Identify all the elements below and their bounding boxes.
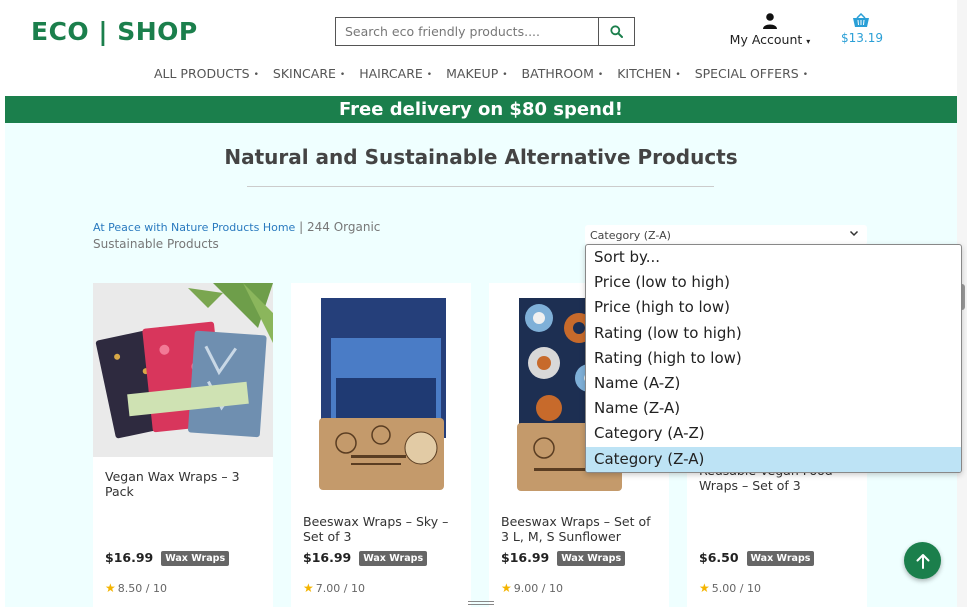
category-badge[interactable]: Wax Wraps <box>161 551 230 566</box>
main-nav: ALL PRODUCTS • SKINCARE • HAIRCARE • MAKEUP… <box>5 66 957 81</box>
nav-skincare[interactable]: SKINCARE • <box>266 66 352 81</box>
sort-option-category-asc[interactable]: Category (A-Z) <box>586 421 961 446</box>
product-image[interactable] <box>93 283 273 457</box>
product-price: $6.50 Wax Wraps <box>699 550 815 566</box>
product-rating: ★ 9.00 / 10 <box>501 581 563 595</box>
product-card[interactable]: Vegan Wax Wraps – 3 Pack $16.99 Wax Wraps… <box>93 283 273 607</box>
account-menu[interactable]: My Account ▾ <box>723 13 817 47</box>
product-image[interactable] <box>291 283 471 503</box>
sort-select[interactable]: Category (Z-A) <box>585 225 867 245</box>
cart[interactable]: $13.19 <box>841 13 883 45</box>
sort-dropdown-list: Sort by... Price (low to high) Price (hi… <box>585 244 962 473</box>
beeswax-wraps-sky-photo <box>291 283 471 503</box>
sort-option-rating-desc[interactable]: Rating (high to low) <box>586 346 961 371</box>
nav-separator: • <box>339 70 346 80</box>
chevron-down-icon <box>849 230 859 237</box>
star-icon: ★ <box>699 581 710 595</box>
nav-bathroom[interactable]: BATHROOM • <box>515 66 611 81</box>
product-title[interactable]: Beeswax Wraps – Set of 3 L, M, S Sunflow… <box>501 514 661 544</box>
resize-handle[interactable] <box>468 601 494 605</box>
nav-separator: • <box>502 70 508 80</box>
star-icon: ★ <box>501 581 512 595</box>
sort-option-name-desc[interactable]: Name (Z-A) <box>586 396 961 421</box>
breadcrumb: At Peace with Nature Products Home | 244… <box>93 219 453 253</box>
sort-option-price-asc[interactable]: Price (low to high) <box>586 270 961 295</box>
search-bar <box>335 17 635 46</box>
product-price: $16.99 Wax Wraps <box>105 550 230 566</box>
breadcrumb-home-link[interactable]: At Peace with Nature Products Home <box>93 221 295 234</box>
search-button[interactable] <box>598 18 634 45</box>
sort-option-default[interactable]: Sort by... <box>586 245 961 270</box>
product-title[interactable]: Vegan Wax Wraps – 3 Pack <box>105 469 265 499</box>
product-card[interactable]: Beeswax Wraps – Sky – Set of 3 $16.99 Wax… <box>291 283 471 607</box>
nav-special-offers[interactable]: SPECIAL OFFERS • <box>688 66 815 81</box>
delivery-banner: Free delivery on $80 spend! <box>5 96 957 123</box>
nav-separator: • <box>675 70 681 80</box>
sort-option-price-desc[interactable]: Price (high to low) <box>586 295 961 320</box>
product-price: $16.99 Wax Wraps <box>501 550 626 566</box>
star-icon: ★ <box>105 581 116 595</box>
category-badge[interactable]: Wax Wraps <box>557 551 626 566</box>
nav-separator: • <box>597 70 604 80</box>
back-to-top-button[interactable] <box>904 542 941 579</box>
heading-divider <box>247 186 714 187</box>
product-rating: ★ 7.00 / 10 <box>303 581 365 595</box>
basket-icon <box>853 13 869 27</box>
page-title: Natural and Sustainable Alternative Prod… <box>224 145 738 169</box>
sort-option-rating-asc[interactable]: Rating (low to high) <box>586 321 961 346</box>
sort-option-name-asc[interactable]: Name (A-Z) <box>586 371 961 396</box>
search-input[interactable] <box>336 18 598 45</box>
account-label: My Account <box>729 32 803 47</box>
nav-all-products[interactable]: ALL PRODUCTS • <box>147 66 266 81</box>
nav-separator: • <box>253 70 259 80</box>
search-icon <box>610 25 623 38</box>
arrow-up-icon <box>916 553 929 569</box>
nav-haircare[interactable]: HAIRCARE • <box>352 66 439 81</box>
chevron-down-icon: ▾ <box>806 37 811 46</box>
category-badge[interactable]: Wax Wraps <box>746 551 815 566</box>
star-icon: ★ <box>303 581 314 595</box>
wax-wraps-photo <box>93 283 273 457</box>
cart-total: $13.19 <box>841 31 883 45</box>
product-price: $16.99 Wax Wraps <box>303 550 428 566</box>
user-icon <box>763 13 777 29</box>
nav-makeup[interactable]: MAKEUP • <box>439 66 514 81</box>
sort-option-category-desc[interactable]: Category (Z-A) <box>586 446 961 472</box>
product-rating: ★ 8.50 / 10 <box>105 581 167 595</box>
product-title[interactable]: Beeswax Wraps – Sky – Set of 3 <box>303 514 463 544</box>
product-rating: ★ 5.00 / 10 <box>699 581 761 595</box>
sort-selected-value: Category (Z-A) <box>590 229 671 242</box>
nav-kitchen[interactable]: KITCHEN • <box>610 66 687 81</box>
nav-separator: • <box>426 70 433 80</box>
category-badge[interactable]: Wax Wraps <box>359 551 428 566</box>
site-logo[interactable]: ECO | SHOP <box>31 17 198 46</box>
nav-separator: • <box>802 70 809 80</box>
